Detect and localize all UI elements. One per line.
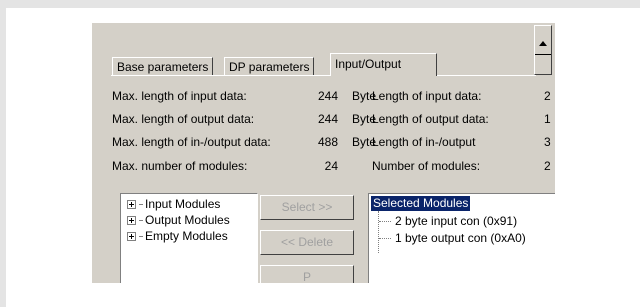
- expand-plus-icon[interactable]: [127, 200, 136, 209]
- arrow-up-icon: [539, 41, 547, 46]
- tree-item-label: Input Modules: [145, 197, 221, 211]
- param-row: Max. number of modules: 24 Number of mod…: [112, 159, 552, 175]
- tree-item-label: Output Modules: [145, 213, 230, 227]
- expand-plus-icon[interactable]: [127, 232, 136, 241]
- tab-base-parameters[interactable]: Base parameters: [112, 57, 214, 75]
- tree-item-label: Empty Modules: [145, 229, 228, 243]
- tree-connector: [379, 237, 391, 240]
- delete-button[interactable]: << Delete: [260, 230, 354, 255]
- param-row: Max. length of output data: 244 Byte Len…: [112, 112, 552, 128]
- param-value: 244: [317, 89, 338, 103]
- param-label: Max. number of modules:: [112, 159, 248, 173]
- tree-item-output-modules[interactable]: Output Modules: [127, 213, 230, 228]
- current-value: 1: [544, 112, 551, 126]
- selected-module-label: 2 byte input con (0x91): [395, 214, 518, 228]
- current-value: 3: [544, 135, 551, 149]
- current-label: Length of output data:: [372, 112, 489, 126]
- param-value: 488: [317, 135, 338, 149]
- properties-button[interactable]: P: [260, 265, 354, 283]
- selected-modules-list[interactable]: Selected Modules 2 byte input con (0x91)…: [368, 193, 555, 283]
- current-label: Length of input data:: [372, 89, 482, 103]
- tree-connector: [139, 204, 143, 206]
- current-label: Length of in-/output: [372, 135, 476, 149]
- param-label: Max. length of in-/output data:: [112, 135, 271, 149]
- param-value: 24: [324, 159, 338, 173]
- outer-frame-top: [0, 0, 640, 8]
- param-label: Max. length of output data:: [112, 112, 255, 126]
- selected-modules-header[interactable]: Selected Modules: [371, 196, 471, 211]
- param-row: Max. length of input data: 244 Byte Leng…: [112, 89, 552, 105]
- tree-connector: [379, 220, 391, 223]
- tree-connector: [139, 220, 143, 222]
- param-row: Max. length of in-/output data: 488 Byte…: [112, 135, 552, 151]
- current-label: Number of modules:: [372, 159, 481, 173]
- tab-input-output[interactable]: Input/Output: [330, 53, 437, 76]
- scroll-divider: [535, 54, 551, 55]
- expand-plus-icon[interactable]: [127, 216, 136, 225]
- param-value: 244: [317, 112, 338, 126]
- tab-strip: Base parameters DP parameters Input/Outp…: [112, 53, 532, 76]
- tree-item-input-modules[interactable]: Input Modules: [127, 197, 220, 212]
- param-label: Max. length of input data:: [112, 89, 247, 103]
- select-button[interactable]: Select >>: [260, 195, 354, 220]
- selected-module-item[interactable]: 1 byte output con (0xA0): [379, 231, 526, 246]
- tree-item-empty-modules[interactable]: Empty Modules: [127, 229, 228, 244]
- tab-baseline: [111, 75, 536, 76]
- tab-dp-parameters[interactable]: DP parameters: [224, 57, 315, 75]
- current-value: 2: [544, 89, 551, 103]
- selected-module-label: 1 byte output con (0xA0): [395, 231, 526, 245]
- selected-module-item[interactable]: 2 byte input con (0x91): [379, 214, 517, 229]
- tree-connector: [139, 236, 143, 238]
- module-config-dialog: Base parameters DP parameters Input/Outp…: [91, 22, 555, 283]
- module-tree[interactable]: Input Modules Output Modules Empty Modul…: [120, 193, 258, 283]
- current-value: 2: [544, 159, 551, 173]
- scroll-up-button[interactable]: [534, 25, 552, 75]
- outer-frame-left: [0, 0, 6, 307]
